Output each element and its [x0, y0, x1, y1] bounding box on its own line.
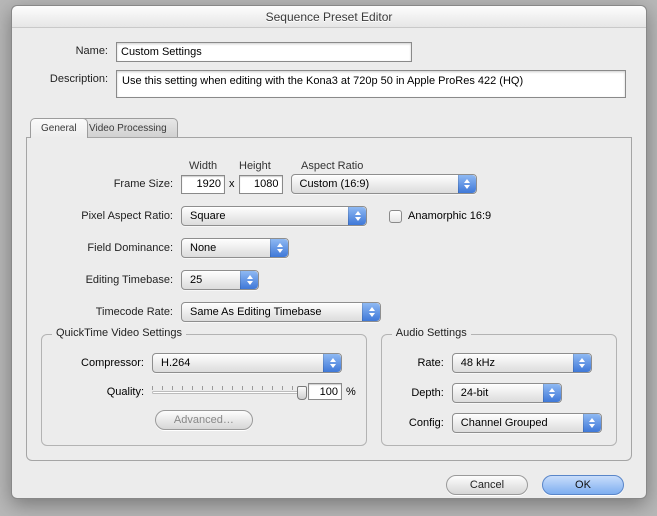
tab-general[interactable]: General	[30, 118, 88, 138]
slider-ticks	[152, 386, 302, 390]
audio-legend: Audio Settings	[392, 327, 471, 339]
audio-config-popup[interactable]: Channel Grouped	[452, 413, 602, 433]
quicktime-legend: QuickTime Video Settings	[52, 327, 186, 339]
audio-settings-group: Audio Settings Rate: 48 kHz Depth: 24-bi…	[381, 334, 617, 446]
name-input[interactable]	[116, 42, 412, 62]
window-title: Sequence Preset Editor	[12, 6, 646, 28]
tab-video-processing[interactable]: Video Processing	[78, 118, 178, 138]
cancel-button[interactable]: Cancel	[446, 475, 528, 495]
description-input[interactable]: Use this setting when editing with the K…	[116, 70, 626, 98]
dialog-footer: Cancel OK	[12, 461, 646, 495]
timecode-rate-value: Same As Editing Timebase	[190, 306, 321, 318]
header-form: Name: Description: Use this setting when…	[12, 28, 646, 112]
quality-input[interactable]	[308, 383, 342, 400]
percent-label: %	[342, 386, 356, 398]
tab-strip: General Video Processing	[26, 118, 632, 138]
advanced-button[interactable]: Advanced…	[155, 410, 253, 430]
audio-depth-value: 24-bit	[461, 387, 489, 399]
field-dominance-popup[interactable]: None	[181, 238, 289, 258]
frame-size-headers: Width Height Aspect Ratio	[189, 160, 617, 172]
timecode-rate-label: Timecode Rate:	[41, 306, 181, 318]
field-dominance-value: None	[190, 242, 216, 254]
compressor-label: Compressor:	[52, 357, 152, 369]
name-label: Name:	[30, 42, 116, 57]
audio-rate-value: 48 kHz	[461, 357, 495, 369]
anamorphic-checkbox[interactable]	[389, 210, 402, 223]
anamorphic-label: Anamorphic 16:9	[408, 210, 491, 222]
dimension-separator: x	[225, 178, 239, 190]
frame-height-input[interactable]	[239, 175, 283, 194]
audio-depth-label: Depth:	[392, 387, 452, 399]
popup-arrows-icon	[543, 384, 561, 402]
ok-button[interactable]: OK	[542, 475, 624, 495]
compressor-value: H.264	[161, 357, 190, 369]
tab-divider	[26, 137, 632, 138]
editing-timebase-popup[interactable]: 25	[181, 270, 259, 290]
header-aspect: Aspect Ratio	[301, 160, 381, 172]
timecode-rate-popup[interactable]: Same As Editing Timebase	[181, 302, 381, 322]
field-dominance-label: Field Dominance:	[41, 242, 181, 254]
audio-config-value: Channel Grouped	[461, 417, 548, 429]
popup-arrows-icon	[323, 354, 341, 372]
pixel-aspect-ratio-popup[interactable]: Square	[181, 206, 367, 226]
frame-size-label: Frame Size:	[41, 178, 181, 190]
quality-slider[interactable]	[152, 384, 302, 400]
aspect-ratio-value: Custom (16:9)	[300, 178, 370, 190]
popup-arrows-icon	[240, 271, 258, 289]
aspect-ratio-popup[interactable]: Custom (16:9)	[291, 174, 477, 194]
audio-config-label: Config:	[392, 417, 452, 429]
slider-thumb[interactable]	[297, 386, 307, 400]
popup-arrows-icon	[270, 239, 288, 257]
editing-timebase-label: Editing Timebase:	[41, 274, 181, 286]
popup-arrows-icon	[348, 207, 366, 225]
header-width: Width	[189, 160, 239, 172]
header-height: Height	[239, 160, 301, 172]
slider-track	[152, 391, 302, 394]
quality-label: Quality:	[52, 386, 152, 398]
tab-body-general: Width Height Aspect Ratio Frame Size: x …	[26, 138, 632, 461]
pixel-aspect-ratio-value: Square	[190, 210, 225, 222]
audio-rate-label: Rate:	[392, 357, 452, 369]
editing-timebase-value: 25	[190, 274, 202, 286]
popup-arrows-icon	[573, 354, 591, 372]
audio-rate-popup[interactable]: 48 kHz	[452, 353, 592, 373]
popup-arrows-icon	[458, 175, 476, 193]
pixel-aspect-ratio-label: Pixel Aspect Ratio:	[41, 210, 181, 222]
popup-arrows-icon	[362, 303, 380, 321]
quicktime-video-settings-group: QuickTime Video Settings Compressor: H.2…	[41, 334, 367, 446]
frame-width-input[interactable]	[181, 175, 225, 194]
compressor-popup[interactable]: H.264	[152, 353, 342, 373]
popup-arrows-icon	[583, 414, 601, 432]
description-label: Description:	[30, 70, 116, 85]
audio-depth-popup[interactable]: 24-bit	[452, 383, 562, 403]
dialog-sheet: Sequence Preset Editor Name: Description…	[11, 5, 647, 499]
